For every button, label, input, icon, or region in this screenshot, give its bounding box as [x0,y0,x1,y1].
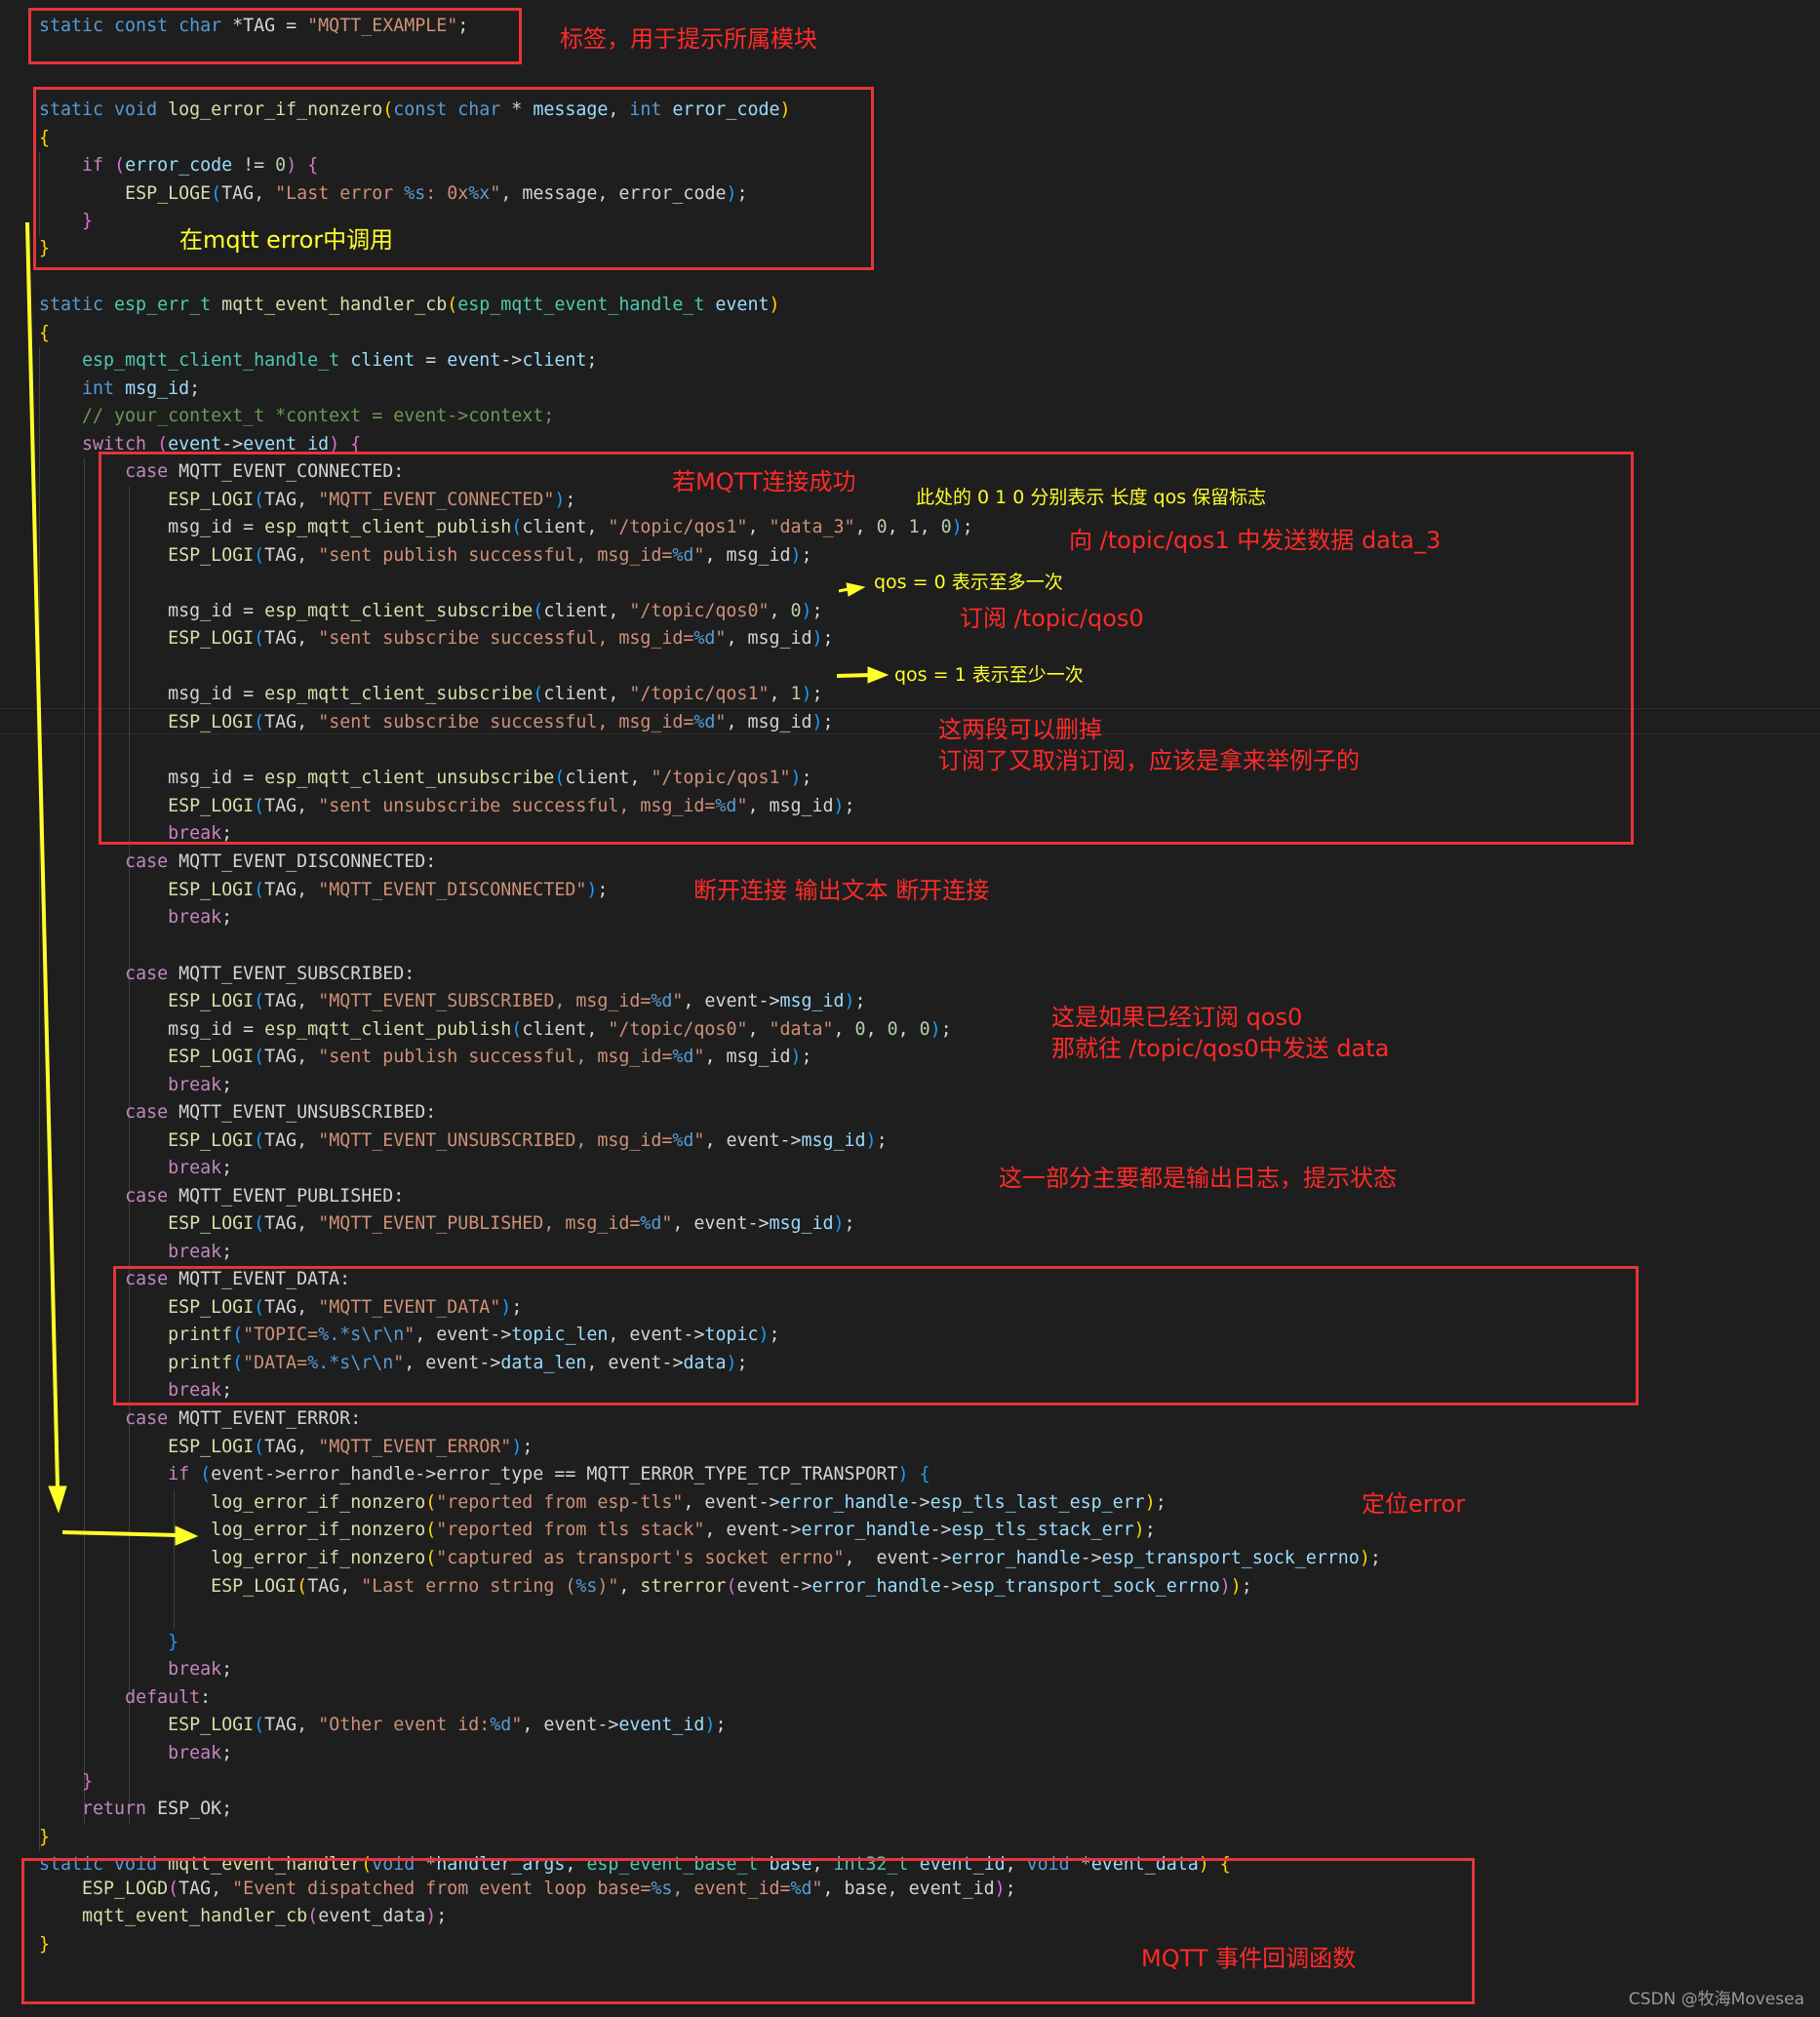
annotation-deletable-line2: 订阅了又取消订阅，应该是拿来举例子的 [938,747,1360,774]
annotation-send-data3: 向 /topic/qos1 中发送数据 data_3 [1069,527,1442,554]
annotation-subscribed-line2: 那就往 /topic/qos0中发送 data [1051,1035,1390,1062]
arrowhead-icon [867,666,890,684]
error-arrow-icon [61,1530,178,1537]
annotation-qos0: qos = 0 表示至多一次 [874,572,1063,593]
annotation-tag: 标签，用于提示所属模块 [560,25,817,53]
annotation-subscribed-line1: 这是如果已经订阅 qos0 [1051,1004,1303,1031]
annotation-log-states: 这一部分主要都是输出日志，提示状态 [999,1165,1397,1192]
arrowhead-icon [846,582,866,597]
annotation-publish-args: 此处的 0 1 0 分别表示 长度 qos 保留标志 [916,487,1267,508]
annotation-deletable: 这两段可以删掉 订阅了又取消订阅，应该是拿来举例子的 [938,714,1360,776]
annotation-connected: 若MQTT连接成功 [672,468,856,495]
annotation-subscribed: 这是如果已经订阅 qos0 那就往 /topic/qos0中发送 data [1051,1002,1389,1064]
annotation-locate-error: 定位error [1362,1490,1466,1518]
annotation-qos1: qos = 1 表示至少一次 [894,664,1084,686]
arrowhead-icon [175,1525,199,1546]
qos1-arrow-icon [836,673,872,678]
annotation-callback: MQTT 事件回调函数 [1141,1945,1357,1972]
annotation-deletable-line1: 这两段可以删掉 [938,716,1102,743]
annotation-mqtt-error: 在mqtt error中调用 [179,226,394,254]
annotation-disconnect: 断开连接 输出文本 断开连接 [693,877,990,904]
arrowhead-icon [48,1485,67,1514]
annotation-arrows [25,221,890,1546]
watermark: CSDN @牧海Movesea [1628,1990,1804,2009]
long-arrow-icon [25,221,59,1488]
annotation-subscribe-qos0: 订阅 /topic/qos0 [960,605,1144,632]
